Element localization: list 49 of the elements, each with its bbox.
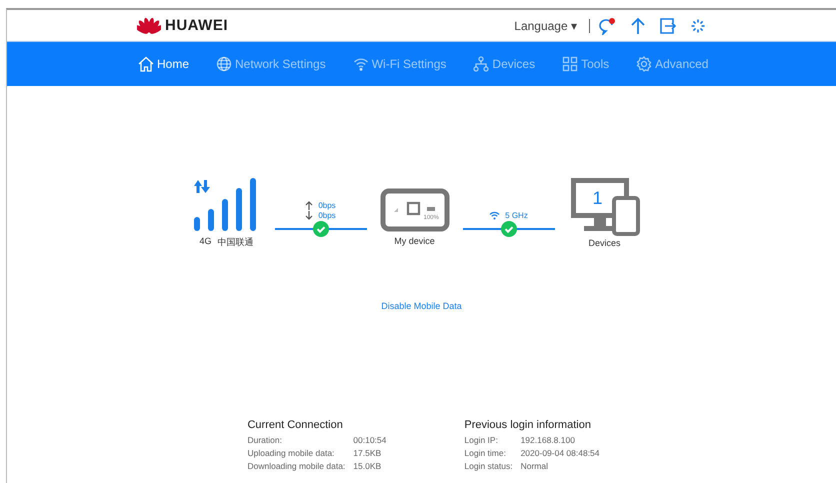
nav-tab[interactable]: Devices	[473, 52, 548, 76]
device-count: 1	[592, 188, 603, 209]
info-label: Uploading mobile data:	[247, 448, 336, 458]
info-value: 17.5KB	[353, 448, 382, 458]
info-value: 2020-09-04 08:48:54	[520, 448, 600, 458]
upload-arrow-icon	[305, 201, 314, 210]
upload-speed: 0bps	[318, 201, 336, 210]
nav-tab[interactable]: Network Settings	[216, 52, 338, 76]
upload-icon[interactable]	[630, 16, 646, 34]
home-icon	[138, 56, 154, 72]
devices-label: Devices	[588, 238, 620, 248]
info-label: Downloading mobile data:	[247, 461, 346, 471]
disable-data-link[interactable]: Disable Mobile Data	[381, 301, 462, 311]
info-label: Login time:	[464, 448, 507, 458]
device-label: My device	[394, 236, 435, 246]
nav-tab[interactable]: Advanced	[636, 52, 720, 76]
nav-tab[interactable]: Home	[138, 52, 202, 76]
grid-icon	[562, 56, 578, 72]
message-icon[interactable]	[598, 16, 616, 34]
info-value: Normal	[520, 461, 549, 471]
info-label: Login status:	[464, 461, 513, 471]
gear-icon	[636, 56, 652, 72]
download-arrow-icon	[305, 211, 314, 220]
info-value: 192.168.8.100	[520, 435, 576, 445]
logout-icon[interactable]	[660, 18, 676, 34]
nav-tab[interactable]: Wi-Fi Settings	[352, 52, 458, 76]
loading-icon[interactable]	[690, 18, 706, 34]
check-icon	[312, 221, 328, 237]
info-value: 00:10:54	[353, 435, 386, 445]
band-label: 5 GHz	[505, 211, 528, 220]
network-icon	[473, 56, 490, 72]
nav-tab[interactable]: Tools	[562, 52, 622, 76]
globe-icon	[216, 56, 232, 72]
download-speed: 0bps	[318, 211, 336, 220]
info-label: Login IP:	[464, 435, 499, 445]
check-icon	[500, 221, 516, 237]
info-value: 15.0KB	[353, 461, 382, 471]
wifi-icon	[489, 211, 500, 220]
logo-icon	[137, 16, 161, 34]
section-title: Previous login information	[464, 419, 592, 431]
brand-name: HUAWEI	[165, 17, 228, 34]
wifi-icon	[352, 56, 369, 72]
router-icon	[380, 188, 450, 232]
devices-icon	[568, 176, 640, 236]
network-type: 4G	[199, 236, 212, 248]
operator-name: 中国联通	[218, 236, 254, 249]
language-menu[interactable]: Language ▾	[514, 18, 577, 32]
info-label: Duration:	[247, 435, 283, 445]
section-title: Current Connection	[247, 419, 344, 431]
